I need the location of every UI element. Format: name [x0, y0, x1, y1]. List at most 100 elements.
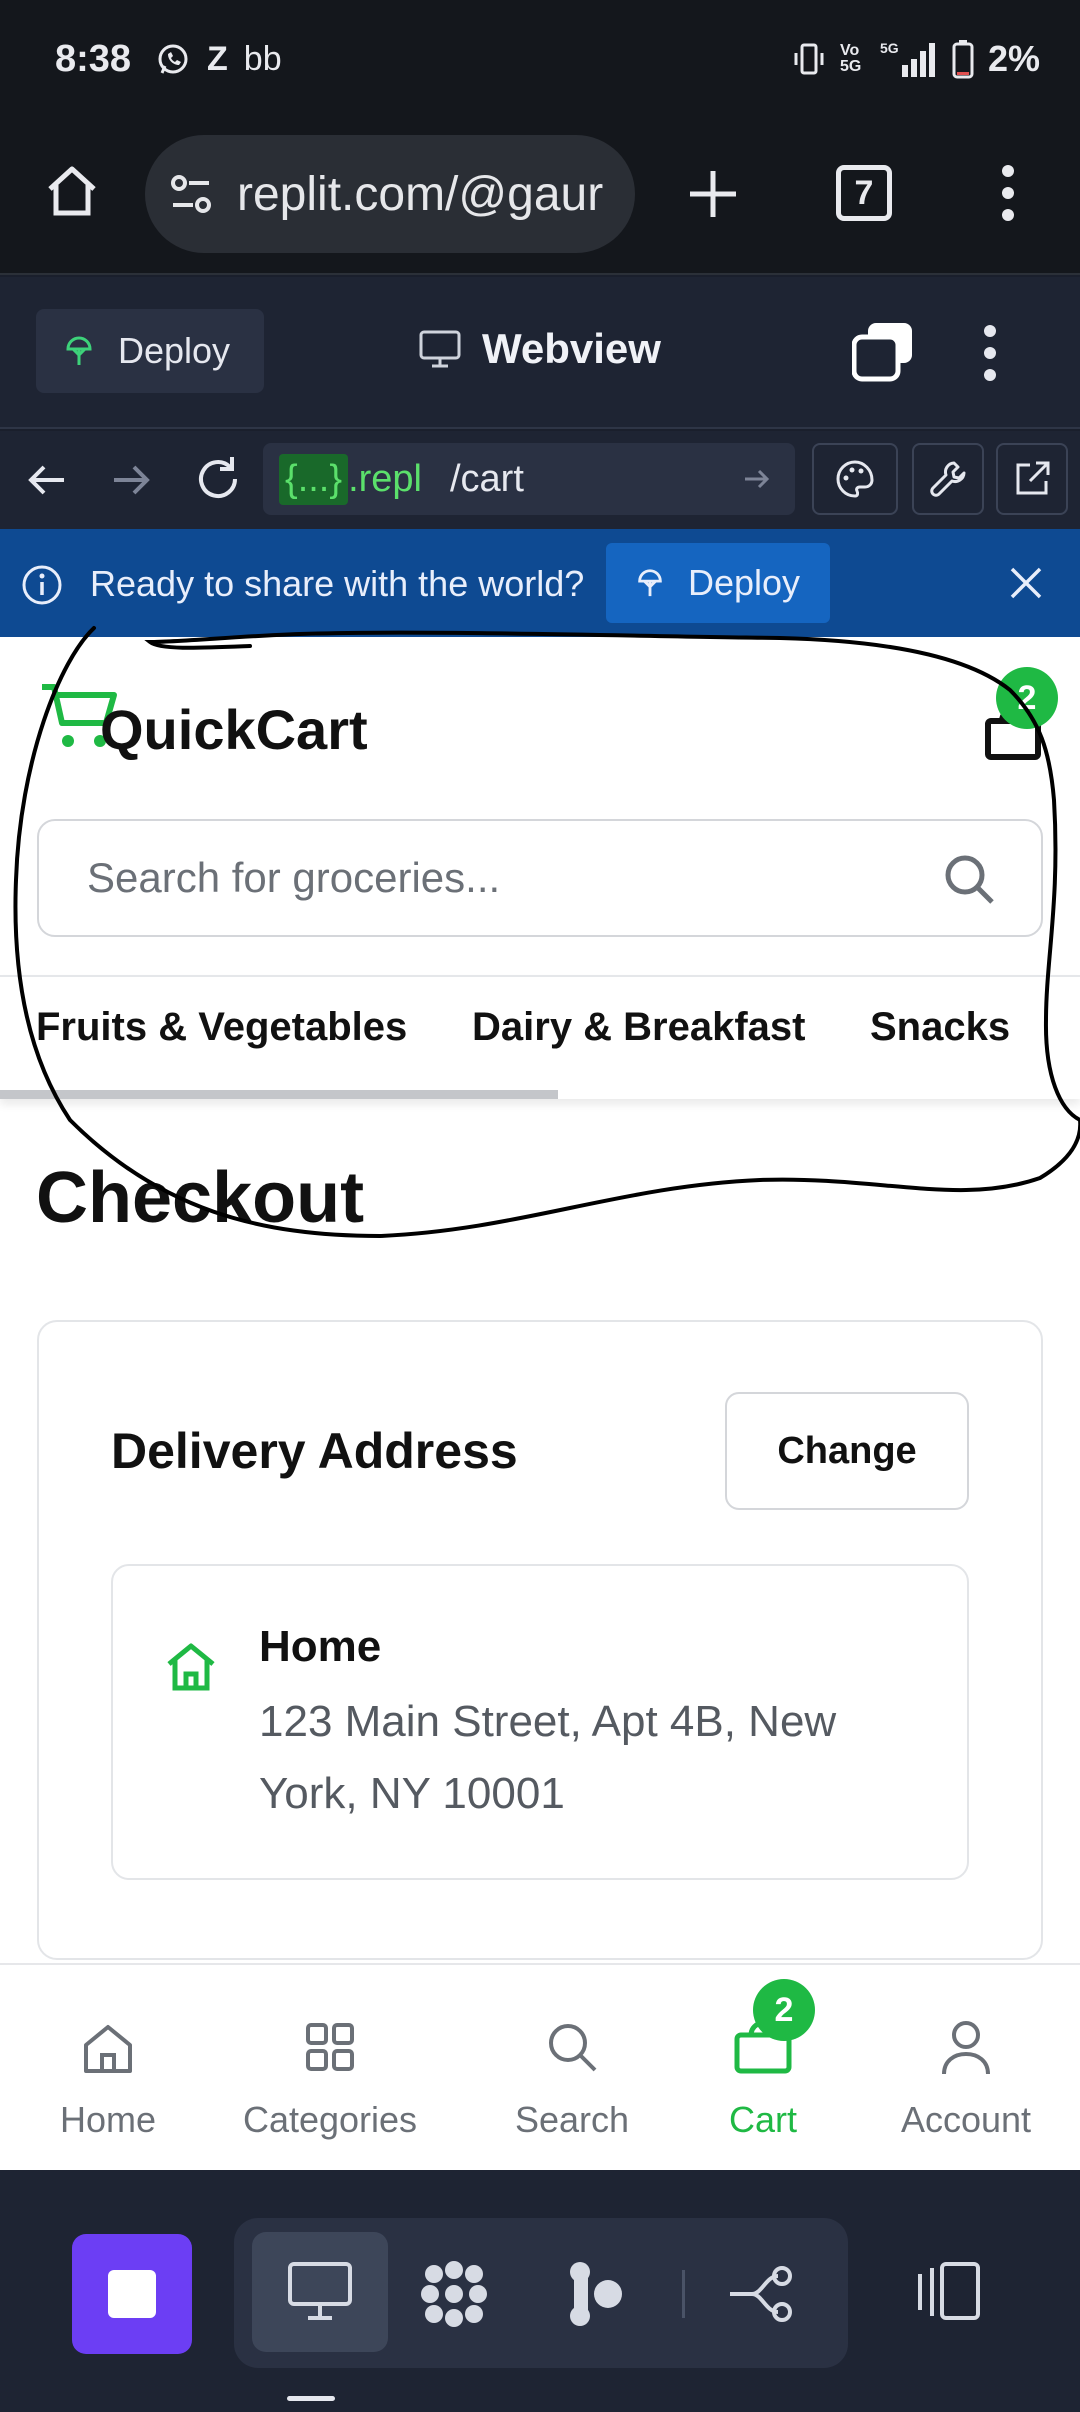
notification-z: Z [207, 40, 228, 78]
status-bar: 8:38 Z bb Vo 5G 5G 2% [0, 0, 1080, 125]
grid-icon [304, 2009, 356, 2085]
search-icon[interactable] [941, 851, 997, 907]
nav-search-label: Search [514, 2099, 630, 2140]
monitor-icon [418, 329, 462, 369]
more-options-icon[interactable] [972, 321, 1008, 385]
category-fruits-vegetables[interactable]: Fruits & Vegetables [36, 1005, 407, 1050]
nav-search[interactable]: Search [464, 1965, 680, 2172]
address-line: 123 Main Street, Apt 4B, New York, NY 10… [259, 1697, 837, 1818]
replit-toolbar [0, 2170, 1080, 2412]
external-link-icon [1012, 459, 1052, 499]
battery-percent: 2% [987, 38, 1040, 79]
nav-categories[interactable]: Categories [222, 1965, 438, 2172]
devtools-button[interactable] [812, 443, 898, 515]
home-icon[interactable] [42, 161, 102, 221]
deploy-label: Deploy [118, 330, 231, 371]
bottom-navigation: Home Categories Search 2 Cart Account [0, 1963, 1080, 2170]
nav-categories-label: Categories [242, 2099, 418, 2140]
palette-icon [834, 458, 876, 500]
nav-cart[interactable]: 2 Cart [655, 1965, 871, 2172]
battery-icon [952, 39, 974, 79]
nav-home-label: Home [59, 2099, 157, 2140]
notification-bb: bb [243, 40, 282, 78]
app-webview: QuickCart 2 Search for groceries... Frui… [0, 637, 1080, 2170]
split-view-icon[interactable] [912, 2262, 982, 2322]
wrench-icon [928, 459, 968, 499]
tab-switcher-button[interactable]: 7 [836, 165, 892, 221]
home-indicator[interactable] [287, 2396, 335, 2401]
banner-deploy-label: Deploy [688, 562, 801, 603]
close-icon[interactable] [1006, 563, 1046, 603]
volte-icon: Vo 5G [839, 42, 862, 75]
deploy-icon [62, 334, 96, 368]
webview-label: Webview [482, 325, 661, 372]
banner-deploy-button[interactable]: Deploy [606, 543, 830, 623]
whatsapp-icon [155, 42, 191, 78]
repl-tag: {...} [279, 453, 349, 505]
deploy-button[interactable]: Deploy [36, 309, 264, 393]
tools-button[interactable] [912, 443, 984, 515]
address-name: Home [259, 1622, 382, 1671]
tabs-stack-icon[interactable] [852, 321, 914, 383]
brand-name: QuickCart [100, 698, 368, 761]
5g-signal-icon: 5G [878, 39, 938, 79]
clock: 8:38 [55, 38, 132, 80]
search-icon [545, 2009, 599, 2085]
category-scrollbar[interactable] [0, 1090, 558, 1099]
git-branch-icon[interactable] [728, 2262, 796, 2326]
new-tab-icon[interactable] [684, 165, 742, 223]
nav-account[interactable]: Account [858, 1965, 1074, 2172]
nav-cart-label: Cart [728, 2099, 797, 2140]
repl-domain: .repl [348, 457, 422, 500]
search-placeholder: Search for groceries... [87, 854, 501, 901]
browser-toolbar: replit.com/@gaur 7 [0, 125, 1080, 275]
url-text[interactable]: replit.com/@gaur [237, 167, 603, 222]
open-external-button[interactable] [996, 443, 1068, 515]
home-icon [163, 1638, 219, 1694]
delivery-address-title: Delivery Address [111, 1423, 518, 1479]
deploy-banner: Ready to share with the world? Deploy [0, 529, 1080, 637]
address-bar[interactable]: replit.com/@gaur [145, 135, 635, 253]
tool-switcher [234, 2218, 848, 2368]
banner-message: Ready to share with the world? [90, 563, 585, 604]
home-icon [80, 2009, 136, 2085]
replit-header: Deploy Webview [0, 277, 1080, 429]
deploy-icon [634, 567, 666, 599]
webview-nav-bar: {...} .repl /cart [0, 431, 1080, 529]
back-arrow-icon[interactable] [24, 457, 70, 503]
webview-tab[interactable]: Webview [418, 325, 661, 373]
agent-icon[interactable] [416, 2256, 492, 2332]
webview-url-field[interactable]: {...} .repl /cart [263, 443, 795, 515]
category-tabs: Fruits & Vegetables Dairy & Breakfast Sn… [0, 975, 1080, 1099]
delivery-address-card: Delivery Address Change Home 123 Main St… [37, 1320, 1043, 1960]
toolbar-divider [682, 2270, 685, 2318]
change-label: Change [777, 1429, 917, 1472]
assistant-icon[interactable] [566, 2258, 626, 2330]
nav-account-label: Account [900, 2099, 1032, 2140]
tab-count: 7 [854, 173, 874, 212]
reload-icon[interactable] [192, 453, 244, 505]
menu-dots-icon[interactable] [990, 161, 1026, 225]
cart-count-badge: 2 [996, 667, 1058, 729]
svg-text:5G: 5G [880, 40, 899, 56]
url-path: /cart [449, 457, 524, 500]
site-settings-icon[interactable] [167, 170, 215, 218]
user-icon [939, 2009, 993, 2085]
address-entry[interactable]: Home 123 Main Street, Apt 4B, New York, … [111, 1564, 969, 1880]
vibrate-icon [792, 41, 826, 77]
category-snacks[interactable]: Snacks [870, 1005, 1010, 1050]
change-address-button[interactable]: Change [725, 1392, 969, 1510]
nav-cart-badge: 2 [753, 1979, 815, 2041]
info-icon [20, 563, 64, 607]
go-arrow-icon[interactable] [741, 463, 773, 495]
search-input[interactable]: Search for groceries... [37, 819, 1043, 937]
monitor-icon [286, 2260, 354, 2322]
forward-arrow-icon[interactable] [108, 457, 154, 503]
stop-button[interactable] [72, 2234, 192, 2354]
stop-icon [106, 2268, 158, 2320]
page-title: Checkout [36, 1158, 365, 1238]
nav-home[interactable]: Home [0, 1965, 216, 2172]
webview-tool-button[interactable] [252, 2232, 388, 2352]
category-dairy-breakfast[interactable]: Dairy & Breakfast [472, 1005, 806, 1050]
header-cart-button[interactable]: 2 [976, 667, 1058, 767]
